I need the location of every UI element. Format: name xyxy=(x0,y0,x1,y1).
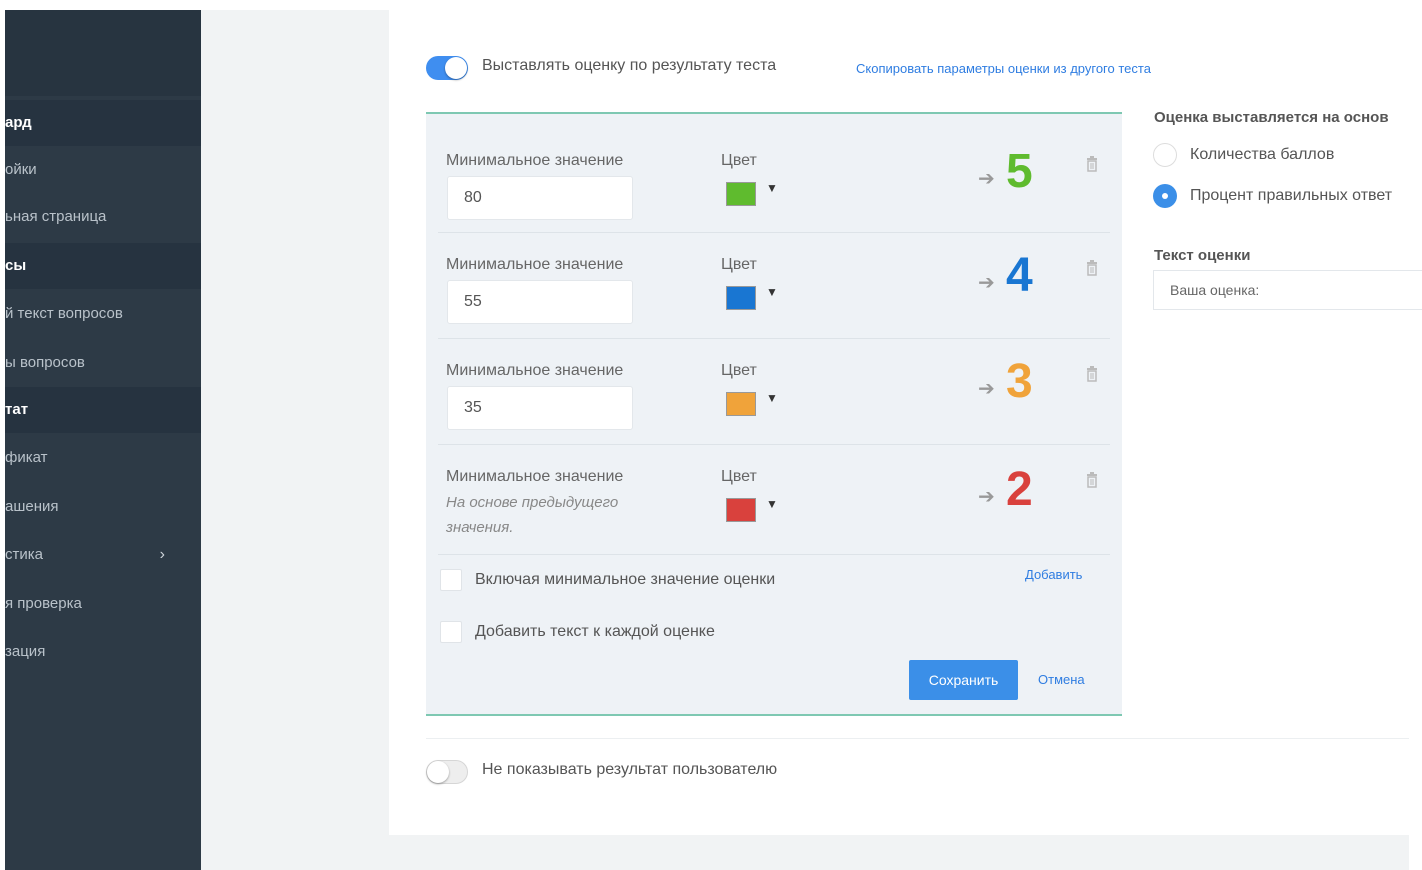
copy-params-link[interactable]: Скопировать параметры оценки из другого … xyxy=(856,61,1151,76)
include-min-checkbox[interactable] xyxy=(440,569,462,591)
add-grade-link[interactable]: Добавить xyxy=(1025,567,1082,582)
add-text-label: Добавить текст к каждой оценке xyxy=(475,623,715,640)
top-strip xyxy=(0,0,1422,10)
sidebar-item-label: сы xyxy=(5,257,27,274)
arrow-right-icon: ➔ xyxy=(978,486,995,508)
min-value-hint: На основе предыдущего значения. xyxy=(446,494,619,536)
sidebar-item-invitations[interactable]: ашения xyxy=(5,484,201,530)
sidebar-item-statistics[interactable]: стика › xyxy=(5,532,201,578)
min-value-input[interactable]: 55 xyxy=(447,280,633,324)
sidebar-item-label: зация xyxy=(5,643,46,660)
grading-toggle-label: Выставлять оценку по результату теста xyxy=(482,57,777,74)
trash-icon[interactable] xyxy=(1086,156,1098,172)
color-swatch[interactable] xyxy=(726,182,756,206)
basis-title: Оценка выставляется на основ xyxy=(1154,109,1389,126)
cancel-link[interactable]: Отмена xyxy=(1038,672,1085,687)
grading-toggle[interactable] xyxy=(426,56,468,80)
sidebar-item-organization[interactable]: зация xyxy=(5,629,201,675)
sidebar-item-start-page[interactable]: ьная страница xyxy=(5,194,201,240)
sidebar-item-dashboard[interactable]: ард xyxy=(5,100,201,146)
sidebar-item-label: ашения xyxy=(5,498,59,515)
color-swatch[interactable] xyxy=(726,498,756,522)
include-min-label: Включая минимальное значение оценки xyxy=(475,571,776,588)
color-label: Цвет xyxy=(721,468,757,485)
sidebar-item-certificate[interactable]: фикат xyxy=(5,435,201,481)
hide-result-label: Не показывать результат пользователю xyxy=(482,761,778,778)
sidebar-item-label: й текст вопросов xyxy=(5,305,123,322)
caret-down-icon[interactable]: ▼ xyxy=(766,181,778,195)
sidebar-item-label: ьная страница xyxy=(5,208,107,225)
min-value-label: Минимальное значение xyxy=(446,362,624,379)
min-value-label: Минимальное значение xyxy=(446,468,624,485)
sidebar-item-question-text[interactable]: й текст вопросов xyxy=(5,291,201,337)
caret-down-icon[interactable]: ▼ xyxy=(766,391,778,405)
toggle-knob xyxy=(427,761,449,783)
min-value-input[interactable]: 35 xyxy=(447,386,633,430)
sidebar-item-label: ард xyxy=(5,114,32,131)
sidebar-item-label: тат xyxy=(5,401,29,418)
min-value-label: Минимальное значение xyxy=(446,152,624,169)
color-label: Цвет xyxy=(721,152,757,169)
sidebar-item-settings[interactable]: ойки xyxy=(5,147,201,193)
radio-percent[interactable] xyxy=(1153,184,1177,208)
min-value-input[interactable]: 80 xyxy=(447,176,633,220)
color-swatch[interactable] xyxy=(726,286,756,310)
trash-icon[interactable] xyxy=(1086,260,1098,276)
sidebar-header xyxy=(5,10,201,96)
arrow-right-icon: ➔ xyxy=(978,272,995,294)
color-label: Цвет xyxy=(721,256,757,273)
radio-points[interactable] xyxy=(1153,143,1177,167)
grade-value: 4 xyxy=(1006,249,1033,302)
sidebar-item-label: я проверка xyxy=(5,595,82,612)
caret-down-icon[interactable]: ▼ xyxy=(766,497,778,511)
trash-icon[interactable] xyxy=(1086,472,1098,488)
grade-value: 5 xyxy=(1006,145,1033,198)
sidebar-item-label: ы вопросов xyxy=(5,354,85,371)
right-strip xyxy=(1409,0,1422,870)
sidebar-item-label: ойки xyxy=(5,161,37,178)
sidebar-item-questions[interactable]: сы xyxy=(5,243,201,289)
grade-row: Минимальное значение 55 Цвет ▼ ➔ 4 xyxy=(438,232,1110,339)
arrow-right-icon: ➔ xyxy=(978,168,995,190)
grade-row: Минимальное значение На основе предыдуще… xyxy=(438,444,1110,555)
sidebar-item-label: фикат xyxy=(5,449,48,466)
caret-down-icon[interactable]: ▼ xyxy=(766,285,778,299)
radio-points-label: Количества баллов xyxy=(1190,146,1335,163)
add-text-checkbox[interactable] xyxy=(440,621,462,643)
chevron-right-icon: › xyxy=(159,546,165,563)
radio-percent-label: Процент правильных ответ xyxy=(1190,187,1393,204)
divider xyxy=(426,738,1409,739)
sidebar-item-label: стика xyxy=(5,546,43,563)
min-value-label: Минимальное значение xyxy=(446,256,624,273)
color-label: Цвет xyxy=(721,362,757,379)
sidebar-item-review[interactable]: я проверка xyxy=(5,581,201,627)
toggle-knob xyxy=(445,57,467,79)
trash-icon[interactable] xyxy=(1086,366,1098,382)
grade-text-input[interactable]: Ваша оценка: xyxy=(1153,270,1422,310)
grade-text-title: Текст оценки xyxy=(1154,247,1251,264)
sidebar: ард ойки ьная страница сы й текст вопрос… xyxy=(5,10,201,870)
arrow-right-icon: ➔ xyxy=(978,378,995,400)
grade-row: Минимальное значение 35 Цвет ▼ ➔ 3 xyxy=(438,338,1110,445)
grade-row: Минимальное значение 80 Цвет ▼ ➔ 5 xyxy=(438,114,1110,233)
sidebar-item-result[interactable]: тат xyxy=(5,387,201,433)
color-swatch[interactable] xyxy=(726,392,756,416)
save-button[interactable]: Сохранить xyxy=(909,660,1018,700)
grade-value: 2 xyxy=(1006,463,1033,516)
grade-value: 3 xyxy=(1006,355,1033,408)
sidebar-item-question-groups[interactable]: ы вопросов xyxy=(5,340,201,386)
hide-result-toggle[interactable] xyxy=(426,760,468,784)
